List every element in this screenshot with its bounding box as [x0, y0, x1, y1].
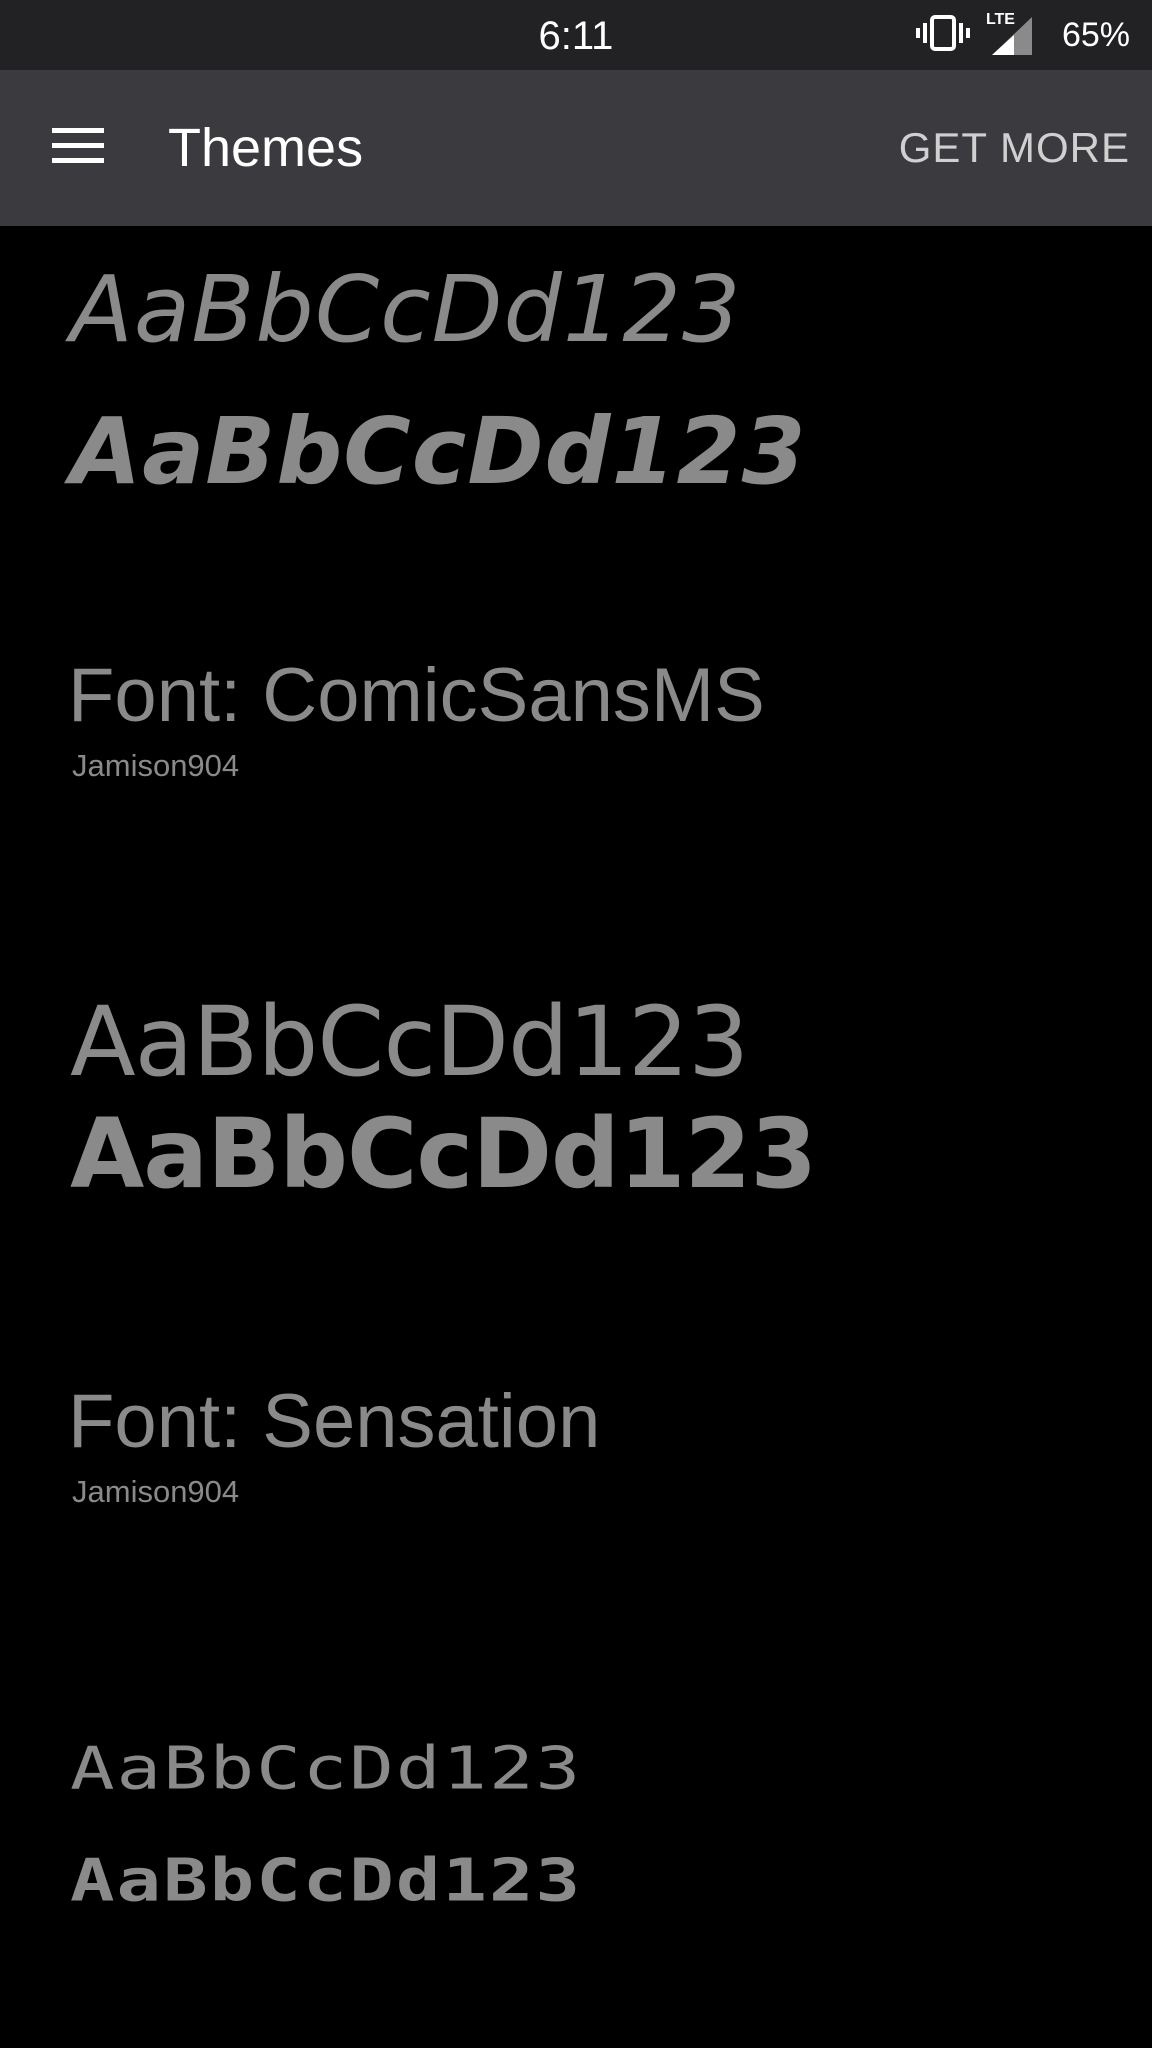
- theme-item-techno[interactable]: AaBbCcDd123 AaBbCcDd123: [0, 1734, 1152, 2034]
- font-sample-regular: AaBbCcDd123: [70, 256, 742, 363]
- themes-list: AaBbCcDd123 AaBbCcDd123 Font: ComicSansM…: [0, 226, 1152, 2048]
- lte-signal-icon: LTE: [985, 11, 1036, 57]
- lte-label: LTE: [985, 11, 1015, 28]
- hamburger-menu-icon: [52, 127, 104, 169]
- status-icons: LTE 65%: [915, 0, 1130, 70]
- font-name-label: Font: Sensation: [68, 1379, 601, 1464]
- app-bar: Themes GET MORE: [0, 70, 1152, 226]
- font-sample-bold: AaBbCcDd123: [70, 398, 807, 505]
- font-author-label: Jamison904: [72, 748, 240, 783]
- font-sample-regular: AaBbCcDd123: [70, 1734, 583, 1803]
- font-name-label: Font: ComicSansMS: [68, 653, 765, 738]
- font-sample-regular: AaBbCcDd123: [70, 986, 749, 1098]
- get-more-button[interactable]: GET MORE: [899, 70, 1130, 226]
- font-sample-bold: AaBbCcDd123: [70, 1846, 583, 1915]
- menu-button[interactable]: [38, 110, 118, 186]
- font-author-label: Jamison904: [72, 1474, 240, 1509]
- vibrate-icon: [915, 13, 970, 58]
- battery-percent: 65%: [1061, 15, 1130, 54]
- theme-item-comic-sans[interactable]: AaBbCcDd123 AaBbCcDd123 Font: ComicSansM…: [0, 226, 1152, 866]
- font-sample-bold: AaBbCcDd123: [70, 1098, 817, 1210]
- status-bar: 6:11 LTE 65%: [0, 0, 1152, 70]
- theme-item-sensation[interactable]: AaBbCcDd123 AaBbCcDd123 Font: Sensation …: [0, 986, 1152, 1626]
- page-title: Themes: [168, 118, 364, 178]
